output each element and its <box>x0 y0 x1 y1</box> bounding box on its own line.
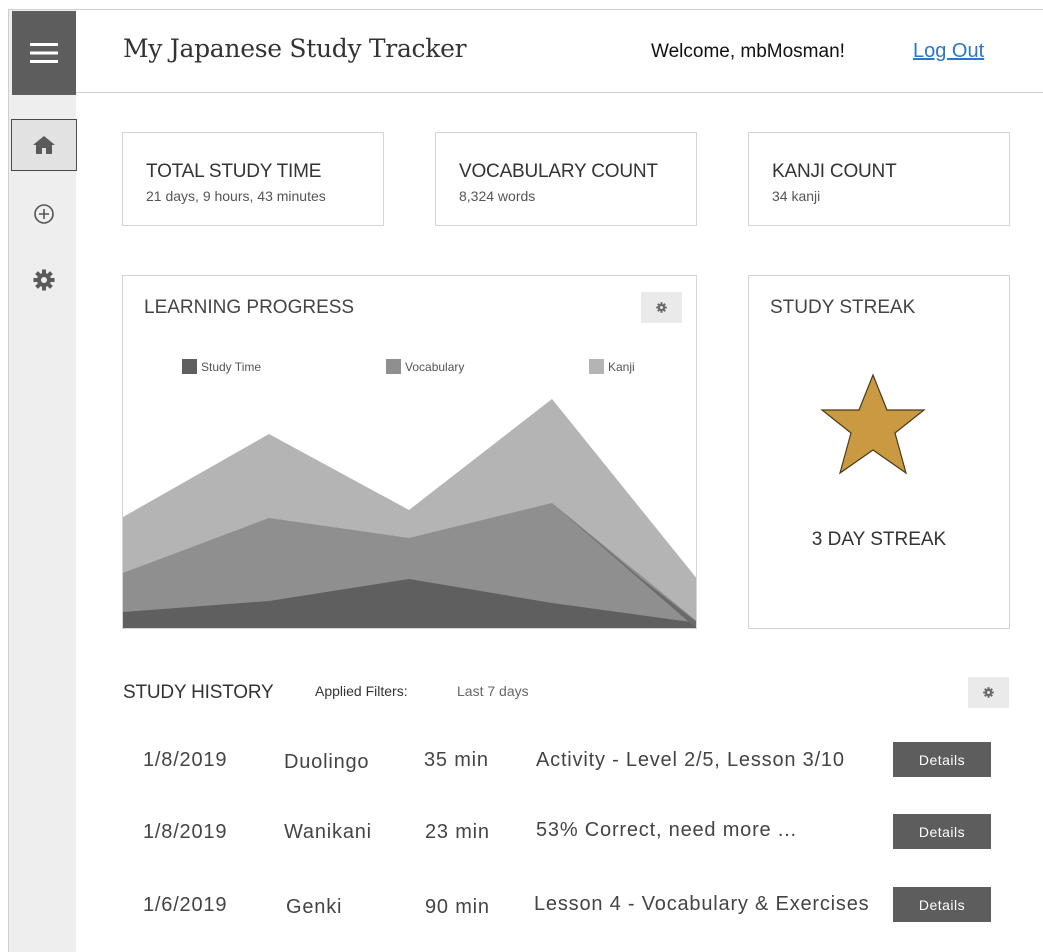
row-source: Genki <box>286 896 343 918</box>
stat-title: TOTAL STUDY TIME <box>146 161 322 182</box>
row-note: Activity - Level 2/5, Lesson 3/10 <box>536 749 845 771</box>
stat-card-kanji: KANJI COUNT 34 kanji <box>748 132 1010 226</box>
panel-title: STUDY STREAK <box>770 297 916 318</box>
study-history-title: STUDY HISTORY <box>123 682 274 703</box>
stat-title: VOCABULARY COUNT <box>459 161 658 182</box>
sidebar-item-settings[interactable] <box>11 254 77 306</box>
row-source: Wanikani <box>284 821 372 843</box>
row-source: Duolingo <box>284 751 370 773</box>
menu-button[interactable] <box>12 11 76 95</box>
frame-border-top <box>8 9 1043 10</box>
stat-value: 8,324 words <box>459 188 536 204</box>
logout-link[interactable]: Log Out <box>913 40 984 63</box>
details-button[interactable]: Details <box>893 814 991 849</box>
menu-icon <box>30 43 58 63</box>
stat-card-vocabulary: VOCABULARY COUNT 8,324 words <box>435 132 697 226</box>
header-divider <box>76 92 1043 93</box>
details-button[interactable]: Details <box>893 742 991 777</box>
add-circle-icon <box>34 204 54 224</box>
row-date: 1/6/2019 <box>143 894 228 916</box>
sidebar-item-home[interactable] <box>11 119 77 171</box>
home-icon <box>33 136 55 154</box>
stat-card-study-time: TOTAL STUDY TIME 21 days, 9 hours, 43 mi… <box>122 132 384 226</box>
row-date: 1/8/2019 <box>143 749 228 771</box>
history-settings-button[interactable] <box>968 677 1009 708</box>
row-duration: 90 min <box>425 896 490 918</box>
applied-filters-value[interactable]: Last 7 days <box>457 683 529 699</box>
row-duration: 35 min <box>424 749 489 771</box>
stat-value: 34 kanji <box>772 188 821 204</box>
details-button[interactable]: Details <box>893 887 991 922</box>
row-date: 1/8/2019 <box>143 821 228 843</box>
gear-icon <box>983 687 994 698</box>
applied-filters-label: Applied Filters: <box>315 683 408 699</box>
stat-title: KANJI COUNT <box>772 161 897 182</box>
progress-area-chart <box>123 399 696 628</box>
welcome-message: Welcome, mbMosman! <box>651 41 845 62</box>
learning-progress-panel: LEARNING PROGRESS Study Time Vocabulary … <box>122 275 697 629</box>
study-streak-panel: STUDY STREAK 3 DAY STREAK <box>748 275 1010 629</box>
streak-label: 3 DAY STREAK <box>811 529 947 550</box>
row-duration: 23 min <box>425 821 490 843</box>
gear-icon <box>33 269 55 291</box>
row-note: 53% Correct, need more ... <box>536 819 797 841</box>
app-title: My Japanese Study Tracker <box>123 34 467 63</box>
star-icon <box>820 373 926 475</box>
row-note: Lesson 4 - Vocabulary & Exercises <box>534 893 870 915</box>
stat-value: 21 days, 9 hours, 43 minutes <box>146 188 326 204</box>
sidebar-item-add[interactable] <box>11 188 77 240</box>
